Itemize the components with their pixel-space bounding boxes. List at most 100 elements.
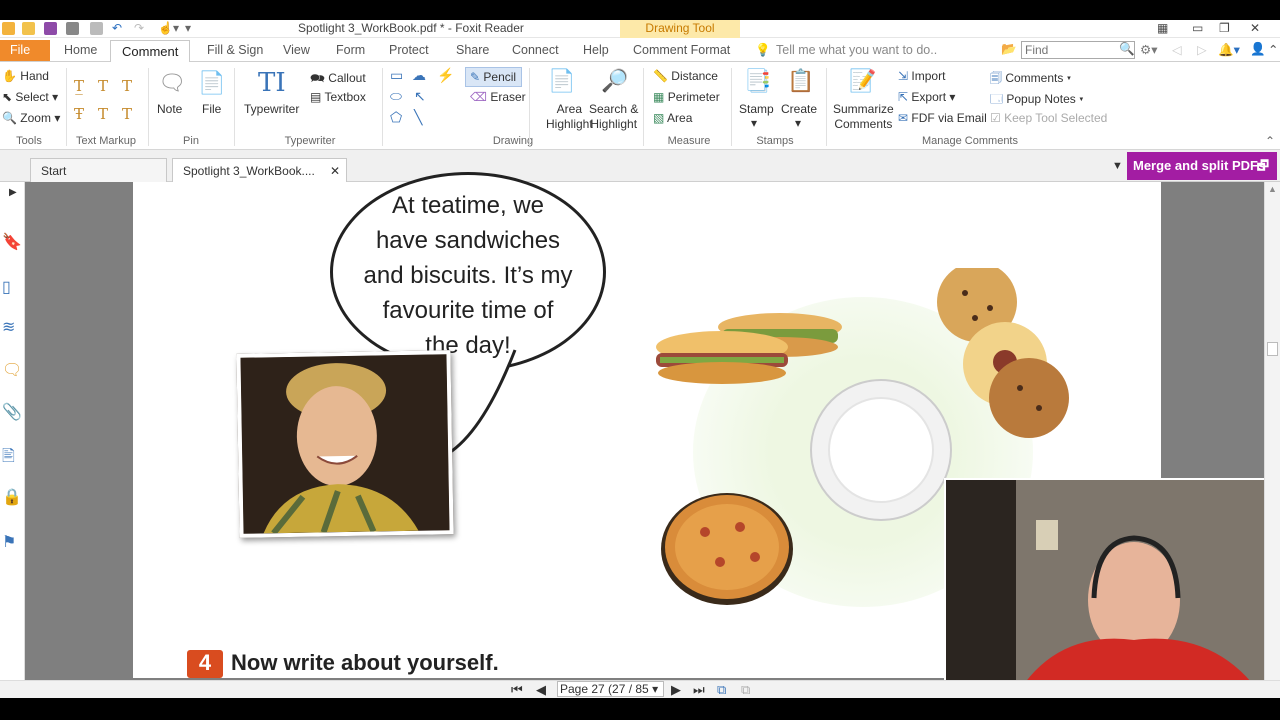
fdf-email-button[interactable]: ✉ FDF via Email bbox=[898, 111, 987, 125]
save-icon[interactable] bbox=[44, 22, 57, 35]
screenshot-icon[interactable] bbox=[90, 22, 103, 35]
layers-icon[interactable]: ≋ bbox=[2, 317, 15, 337]
polygon-icon[interactable]: ⬠ bbox=[390, 109, 402, 126]
comments-button[interactable]: 🗐 Comments ▾ bbox=[990, 69, 1071, 90]
underline-icon[interactable]: T bbox=[122, 77, 132, 95]
comments-panel-icon[interactable]: 🗨 bbox=[2, 360, 22, 380]
tab-workbook[interactable]: Spotlight 3_WorkBook.... ✕ bbox=[172, 158, 347, 182]
file-attach-icon[interactable]: 📄 bbox=[198, 70, 225, 96]
area-highlight-button[interactable]: Area Highlight bbox=[546, 102, 593, 132]
summarize-icon[interactable]: 📝 bbox=[849, 68, 876, 94]
search-highlight-icon[interactable]: 🔎 bbox=[601, 68, 628, 94]
select-tool[interactable]: ⬉ Select ▾ bbox=[2, 90, 58, 104]
tab-view[interactable]: View bbox=[283, 43, 310, 57]
perimeter-button[interactable]: ▦ Perimeter bbox=[653, 90, 720, 104]
page-number-field[interactable]: Page 27 (27 / 85 ▾ bbox=[557, 681, 664, 697]
distance-button[interactable]: 📏 Distance bbox=[653, 69, 718, 83]
zoom-tool[interactable]: 🔍 Zoom ▾ bbox=[2, 111, 60, 125]
close-window-icon[interactable]: ✕ bbox=[1250, 21, 1260, 35]
tab-fill-sign[interactable]: Fill & Sign bbox=[207, 43, 263, 57]
strikeout-icon[interactable]: Ŧ bbox=[74, 105, 84, 123]
area-button[interactable]: ▧ Area bbox=[653, 111, 692, 125]
tab-form[interactable]: Form bbox=[336, 43, 365, 57]
polyline-icon[interactable]: ⚡ bbox=[437, 67, 454, 84]
tab-share[interactable]: Share bbox=[456, 43, 489, 57]
pencil-button[interactable]: ✎ Pencil bbox=[465, 67, 522, 87]
user-icon[interactable]: 👤 bbox=[1250, 42, 1266, 57]
next-view-icon[interactable]: ⧉ bbox=[741, 682, 750, 698]
oval-icon[interactable]: ⬭ bbox=[390, 88, 402, 105]
scroll-thumb[interactable] bbox=[1267, 342, 1278, 356]
merge-split-pdfs-button[interactable]: Merge and split PDFs 🗗 bbox=[1127, 152, 1277, 180]
note-icon[interactable]: 🗨 bbox=[158, 70, 186, 96]
search-icon[interactable]: 🔍 bbox=[1119, 42, 1135, 57]
redo-icon[interactable]: ↷ bbox=[134, 21, 144, 35]
summarize-comments-button[interactable]: Summarize Comments bbox=[833, 102, 894, 132]
last-page-icon[interactable]: ⏭ bbox=[693, 682, 705, 698]
gear-icon[interactable]: ⚙▾ bbox=[1140, 42, 1157, 57]
collapse-ribbon-icon[interactable]: ⌃ bbox=[1268, 42, 1278, 57]
first-page-icon[interactable]: ⏮ bbox=[511, 682, 523, 698]
typewriter-icon[interactable]: TI bbox=[258, 68, 286, 98]
collapse-icon[interactable]: ⌃ bbox=[1265, 134, 1275, 148]
popup-notes-button[interactable]: 🗔 Popup Notes ▾ bbox=[990, 90, 1084, 111]
hand-quick-icon[interactable]: ☝▾ bbox=[158, 21, 179, 35]
ribbon-display-icon[interactable]: ▦ bbox=[1157, 21, 1168, 35]
expand-panel-icon[interactable]: ▶ bbox=[9, 187, 17, 198]
search-highlight-button[interactable]: Search & Highlight bbox=[589, 102, 638, 132]
create-button[interactable]: Create ▾ bbox=[781, 102, 817, 130]
rectangle-icon[interactable]: ▭ bbox=[390, 67, 403, 84]
print-icon[interactable] bbox=[66, 22, 79, 35]
customize-quick-access-icon[interactable]: ▾ bbox=[185, 21, 191, 35]
restore-icon[interactable]: ❐ bbox=[1219, 21, 1230, 35]
hand-tool[interactable]: ✋ Hand bbox=[2, 69, 49, 83]
arrow-icon[interactable]: ↖ bbox=[414, 88, 426, 105]
tab-file[interactable]: File bbox=[0, 40, 50, 61]
tab-comment-format[interactable]: Comment Format bbox=[633, 43, 730, 57]
page-thumbnails-icon[interactable]: ▯ bbox=[2, 277, 11, 297]
previous-view-icon[interactable]: ⧉ bbox=[717, 682, 726, 698]
highlight-text-icon[interactable]: T̲ bbox=[74, 77, 84, 95]
stamp-button[interactable]: Stamp ▾ bbox=[739, 102, 774, 130]
create-stamp-icon[interactable]: 📋 bbox=[787, 68, 814, 94]
prev-page-icon[interactable]: ◀ bbox=[536, 682, 546, 698]
open-icon[interactable] bbox=[22, 22, 35, 35]
keep-tool-selected-checkbox[interactable]: ☑ Keep Tool Selected bbox=[990, 111, 1107, 125]
signature-icon[interactable]: 🖹 bbox=[2, 445, 15, 472]
tab-comment[interactable]: Comment bbox=[110, 40, 191, 63]
next-result-icon[interactable]: ▷ bbox=[1197, 42, 1207, 57]
scroll-up-icon[interactable]: ▲ bbox=[1268, 184, 1277, 194]
replace-text-icon[interactable]: T bbox=[122, 105, 132, 123]
typewriter-button[interactable]: Typewriter bbox=[244, 102, 299, 116]
cloud-icon[interactable]: ☁ bbox=[412, 67, 426, 84]
bookmark-icon[interactable]: 🔖 bbox=[2, 232, 22, 252]
note-button[interactable]: Note bbox=[157, 102, 182, 116]
tab-protect[interactable]: Protect bbox=[389, 43, 429, 57]
find-input[interactable] bbox=[1021, 41, 1135, 59]
textbox-button[interactable]: ▤ Textbox bbox=[310, 90, 366, 104]
attachment-icon[interactable]: 📎 bbox=[2, 402, 22, 422]
tell-me-box[interactable]: Tell me what you want to do.. bbox=[776, 43, 937, 57]
squiggly-icon[interactable]: T bbox=[98, 77, 108, 95]
insert-text-icon[interactable]: T bbox=[98, 105, 108, 123]
stamp-icon[interactable]: 📑 bbox=[744, 68, 771, 94]
callout-button[interactable]: 🗪 Callout bbox=[310, 69, 366, 90]
tag-icon[interactable]: ⚑ bbox=[2, 532, 16, 552]
area-highlight-icon[interactable]: 📄 bbox=[548, 68, 575, 94]
export-button[interactable]: ⇱ Export ▾ bbox=[898, 90, 955, 104]
line-icon[interactable]: ╲ bbox=[414, 109, 422, 126]
tab-connect[interactable]: Connect bbox=[512, 43, 559, 57]
find-folder-icon[interactable]: 📂 bbox=[1001, 42, 1017, 57]
next-page-icon[interactable]: ▶ bbox=[671, 682, 681, 698]
bell-icon[interactable]: 🔔▾ bbox=[1218, 42, 1240, 58]
close-tab-icon[interactable]: ✕ bbox=[330, 164, 340, 178]
eraser-button[interactable]: ⌫ Eraser bbox=[470, 90, 526, 104]
tab-help[interactable]: Help bbox=[583, 43, 609, 57]
minimize-icon[interactable]: ▭ bbox=[1192, 21, 1203, 35]
security-lock-icon[interactable]: 🔒 bbox=[2, 487, 22, 507]
undo-icon[interactable]: ↶ bbox=[112, 21, 122, 35]
tab-home[interactable]: Home bbox=[64, 43, 97, 57]
tab-start[interactable]: Start bbox=[30, 158, 167, 182]
prev-result-icon[interactable]: ◁ bbox=[1172, 42, 1182, 57]
file-button[interactable]: File bbox=[202, 102, 221, 116]
